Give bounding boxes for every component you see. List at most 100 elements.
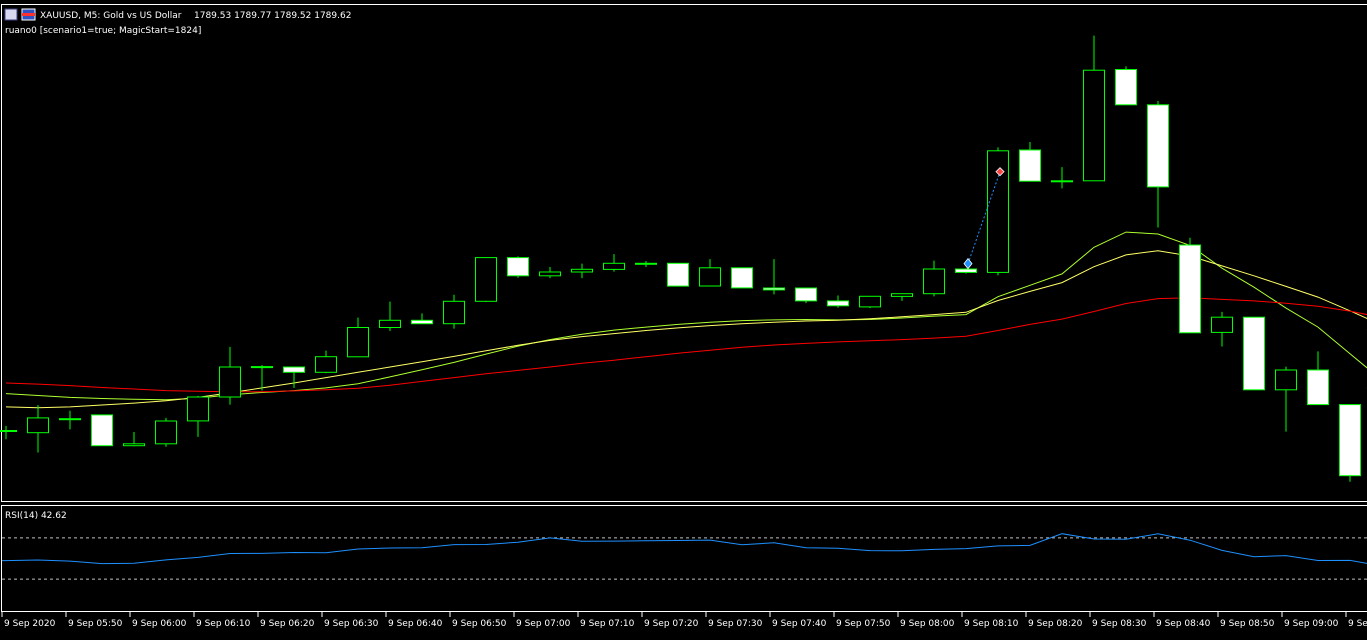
candle: [1339, 404, 1361, 482]
bull-candle-body: [987, 150, 1009, 273]
bear-candle-body: [411, 319, 433, 325]
candle: [731, 267, 753, 289]
x-tick-label: 9 Sep 07:50: [836, 619, 891, 629]
bull-candle-body: [859, 295, 881, 308]
bear-candle-body: [1179, 244, 1201, 334]
bear-candle-body: [1019, 149, 1041, 182]
ma-slow-line: [5, 297, 1367, 393]
buy-arrow-icon[interactable]: [963, 257, 973, 270]
ohlc-values: 1789.53 1789.77 1789.52 1789.62: [194, 11, 351, 21]
bull-candle-body: [0, 430, 17, 432]
bull-candle-body: [251, 366, 273, 369]
bear-candle-body: [731, 267, 753, 289]
bull-candle-body: [1275, 369, 1297, 391]
x-tick-label: 9 Sep 08:30: [1092, 619, 1147, 629]
chart-header: XAUUSD, M5: Gold vs US Dollar 1789.53 17…: [4, 8, 351, 36]
bull-candle-body: [539, 271, 561, 277]
x-tick-label: 9 Sep 06:50: [452, 619, 507, 629]
rsi-label: RSI(14) 42.62: [5, 511, 67, 521]
candle: [571, 263, 593, 279]
bull-candle-body: [891, 293, 913, 297]
x-tick-label: 9 Sep 2020: [4, 619, 56, 629]
ma-fast-line: [5, 231, 1367, 401]
candle: [411, 313, 433, 325]
bear-candle-body: [667, 262, 689, 287]
candle: [1019, 142, 1041, 182]
bear-candle-body: [795, 287, 817, 302]
candle: [219, 346, 241, 405]
candle: [1051, 167, 1073, 189]
x-tick-label: 9 Sep 08:40: [1156, 619, 1211, 629]
flag-icon-stripe: [22, 13, 35, 16]
candle: [475, 257, 497, 303]
x-tick-label: 9 Sep 08:50: [1220, 619, 1275, 629]
x-tick-label: 9 Sep 08:10: [964, 619, 1019, 629]
candle: [1179, 237, 1201, 334]
bear-candle-body: [1339, 404, 1361, 477]
candle: [315, 350, 337, 374]
bear-candle-body: [955, 268, 977, 273]
candle: [1115, 66, 1137, 106]
x-tick-label: 9 Sep 07:40: [772, 619, 827, 629]
candle: [187, 395, 209, 437]
bull-candle-body: [59, 418, 81, 421]
candle: [91, 414, 113, 447]
bear-candle-body: [1147, 104, 1169, 188]
bear-candle-body: [507, 257, 529, 277]
chart-window-icon: [4, 8, 18, 21]
candle: [635, 260, 657, 268]
bull-candle-body: [27, 417, 49, 434]
bull-candle-body: [347, 327, 369, 358]
bull-candle-body: [923, 268, 945, 295]
candle: [987, 147, 1009, 276]
bear-candle-body: [91, 414, 113, 447]
candle: [699, 259, 721, 287]
bull-candle-body: [1051, 180, 1073, 183]
x-tick-label: 9 Sep 08:20: [1028, 619, 1083, 629]
x-tick-label: 9 Sep 07:10: [580, 619, 635, 629]
candle: [1211, 311, 1233, 347]
candle: [667, 262, 689, 287]
bear-candle-body: [827, 300, 849, 307]
bull-candle-body: [443, 300, 465, 325]
bull-candle-body: [635, 262, 657, 265]
bear-candle-body: [763, 287, 785, 291]
x-tick-label: 9 Sep 06:10: [196, 619, 251, 629]
bull-candle-body: [699, 267, 721, 287]
x-tick-label: 9 Sep 06:00: [132, 619, 187, 629]
candle: [0, 425, 17, 440]
x-tick-label: 9 Sep 08:00: [900, 619, 955, 629]
bull-candle-body: [187, 396, 209, 422]
chart-canvas[interactable]: XAUUSD, M5: Gold vs US Dollar 1789.53 17…: [0, 0, 1367, 640]
candle: [155, 417, 177, 447]
candle: [1147, 101, 1169, 228]
x-tick-label: 9 Sep 06:20: [260, 619, 315, 629]
bull-candle-body: [155, 420, 177, 445]
time-axis: 9 Sep 2020 9 Sep 05:50 9 Sep 06:00 9 Sep 06…: [1, 612, 1367, 629]
symbol-title: XAUUSD, M5: Gold vs US Dollar: [40, 11, 182, 21]
candle: [123, 431, 145, 447]
candle: [539, 267, 561, 279]
price-pane: [0, 35, 1367, 482]
x-tick-label: 9 Sep 07:20: [644, 619, 699, 629]
candle: [891, 293, 913, 301]
bull-candle-body: [379, 319, 401, 328]
rsi-pane-border: [1, 505, 1367, 612]
candle: [59, 410, 81, 430]
candle: [1243, 316, 1265, 391]
x-tick-label: 9 Sep 07:30: [708, 619, 763, 629]
x-tick-label: 9 Sep 09:00: [1284, 619, 1339, 629]
bull-candle-body: [219, 366, 241, 398]
bull-candle-body: [571, 268, 593, 273]
bear-candle-body: [1243, 316, 1265, 391]
rsi-line: [2, 533, 1367, 567]
candle: [283, 366, 305, 388]
bear-candle-body: [283, 366, 305, 373]
candle: [955, 268, 977, 274]
bear-candle-body: [1115, 69, 1137, 106]
bull-candle-body: [123, 443, 145, 447]
rsi-pane: [2, 533, 1367, 580]
candle: [923, 260, 945, 297]
x-tick-label: 9 Sep 06:30: [324, 619, 379, 629]
bull-candle-body: [315, 356, 337, 373]
